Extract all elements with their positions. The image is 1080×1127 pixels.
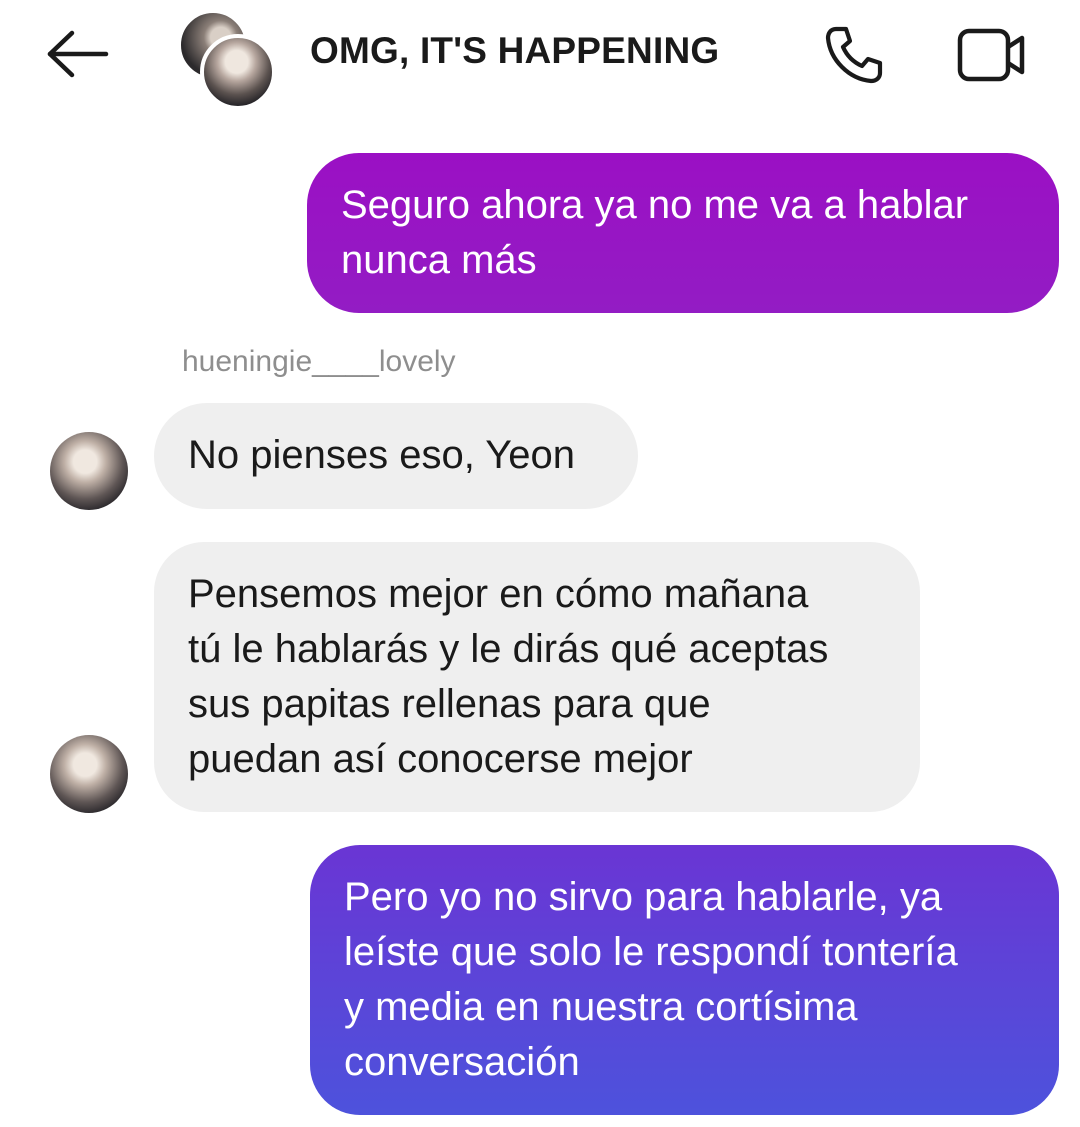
- group-avatar[interactable]: [176, 10, 276, 110]
- chat-title[interactable]: OMG, IT'S HAPPENING: [310, 30, 719, 72]
- sender-username: hueningie____lovely: [182, 345, 456, 378]
- message-bubble-incoming[interactable]: No pienses eso, Yeon: [154, 403, 638, 509]
- back-button[interactable]: [40, 22, 116, 86]
- phone-icon: [825, 26, 883, 84]
- chat-header: OMG, IT'S HAPPENING: [0, 0, 1080, 112]
- message-bubble-incoming[interactable]: Pensemos mejor en cómo mañana tú le habl…: [154, 542, 920, 812]
- arrow-left-icon: [47, 30, 109, 78]
- sender-avatar[interactable]: [50, 735, 128, 813]
- message-bubble-outgoing[interactable]: Seguro ahora ya no me va a hablar nunca …: [307, 153, 1059, 313]
- member-avatar-2: [200, 34, 276, 110]
- audio-call-button[interactable]: [818, 20, 890, 90]
- video-camera-icon: [957, 28, 1025, 82]
- video-call-button[interactable]: [952, 20, 1032, 90]
- sender-avatar[interactable]: [50, 432, 128, 510]
- message-bubble-outgoing[interactable]: Pero yo no sirvo para hablarle, ya leíst…: [310, 845, 1059, 1115]
